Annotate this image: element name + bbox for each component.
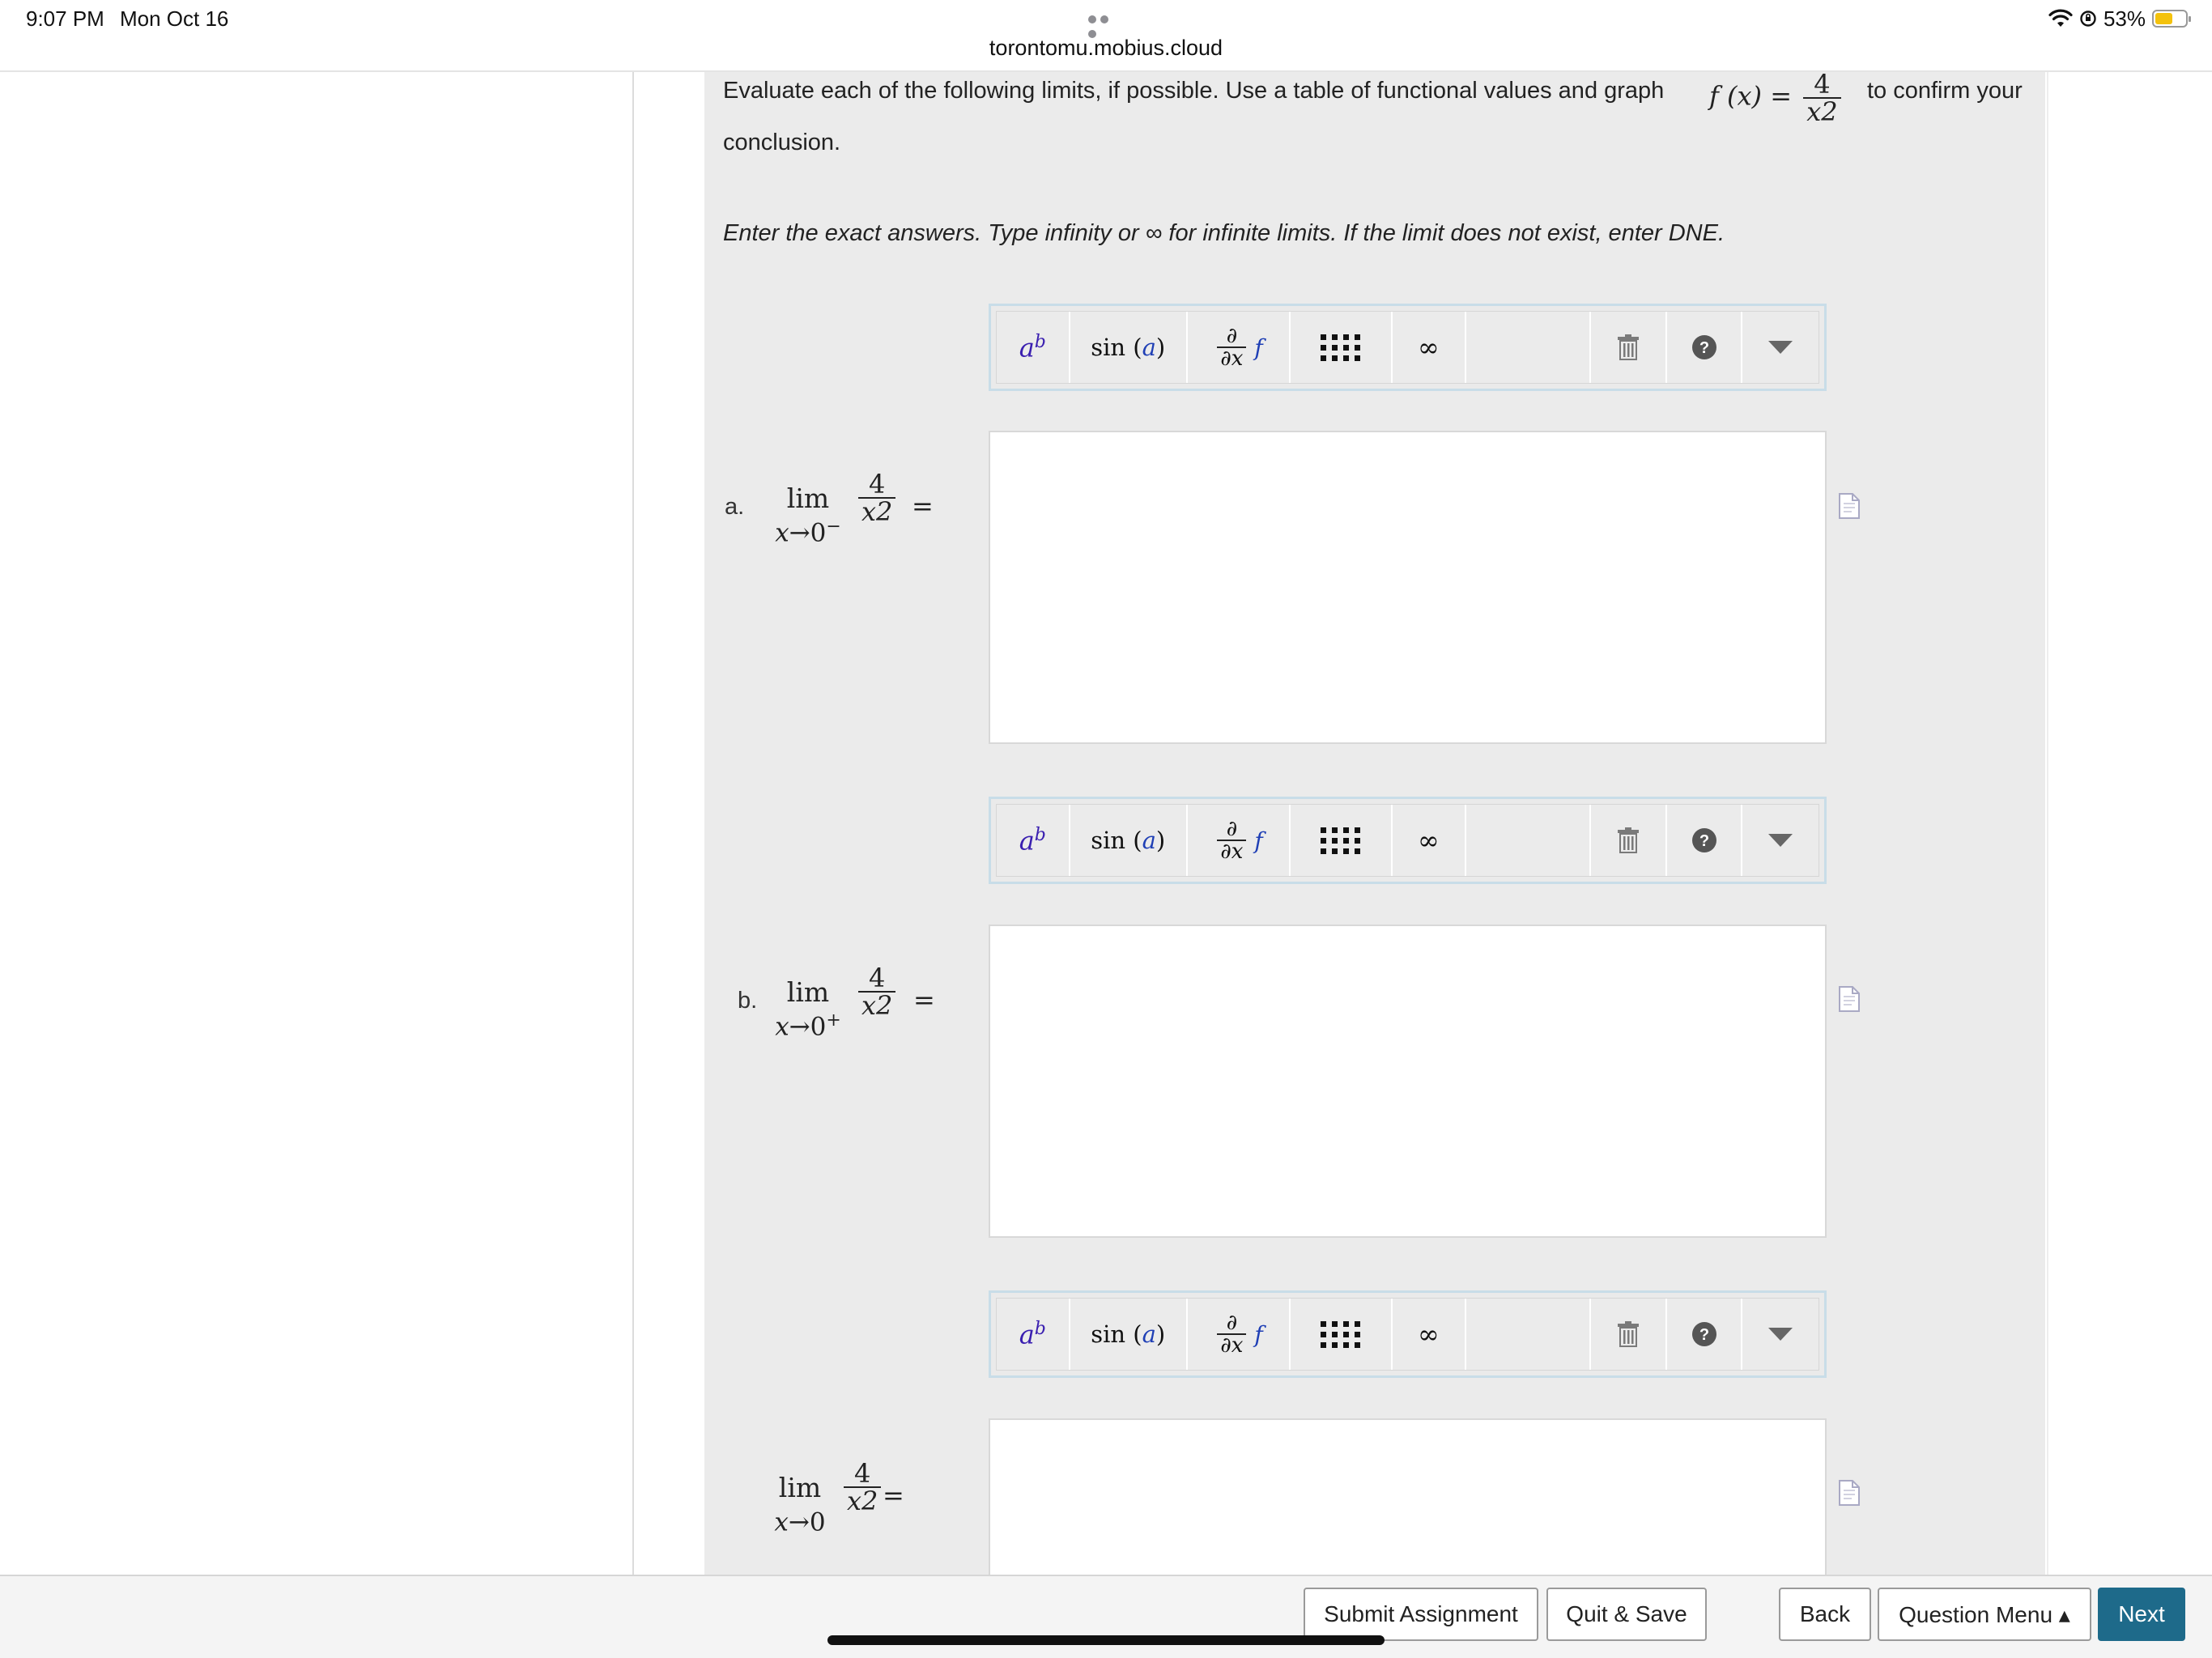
part-label-a: a.	[725, 494, 745, 520]
lim-operator: lim	[786, 976, 830, 1008]
help-button[interactable]: ?	[1667, 1299, 1743, 1370]
battery-percent: 53%	[2103, 6, 2146, 31]
infinity-button[interactable]: ∞	[1393, 805, 1467, 876]
power-button[interactable]: ab	[997, 805, 1070, 876]
status-time: 9:07 PM	[26, 6, 104, 31]
limit-numerator: 4	[854, 1458, 871, 1489]
caret-down-icon	[1768, 834, 1793, 847]
toolbar-dropdown-button[interactable]	[1742, 312, 1819, 383]
home-indicator[interactable]	[827, 1635, 1385, 1645]
help-icon: ?	[1691, 1322, 1716, 1346]
back-button[interactable]: Back	[1779, 1588, 1871, 1641]
clear-button[interactable]	[1591, 805, 1667, 876]
toolbar-spacer	[1466, 1299, 1592, 1370]
status-indicators: 53%	[2048, 5, 2191, 32]
next-button[interactable]: Next	[2098, 1588, 2185, 1641]
matrix-icon	[1320, 334, 1361, 361]
equals-sign: =	[912, 491, 934, 521]
limit-numerator: 4	[869, 469, 886, 500]
toolbar-spacer	[1466, 805, 1592, 876]
svg-text:?: ?	[1699, 1326, 1709, 1344]
equation-toolbar: ab sin (a) ∂ ∂x f ∞ ?	[989, 304, 1827, 391]
preview-document-icon[interactable]	[1838, 1479, 1861, 1507]
right-column-divider	[2047, 72, 2048, 1575]
svg-text:?: ?	[1699, 339, 1709, 357]
part-label-b: b.	[738, 988, 758, 1014]
infinity-button[interactable]: ∞	[1393, 312, 1467, 383]
power-button[interactable]: ab	[997, 312, 1070, 383]
caret-down-icon	[1768, 1328, 1793, 1341]
matrix-button[interactable]	[1291, 312, 1393, 383]
submit-assignment-button[interactable]: Submit Assignment	[1304, 1588, 1538, 1641]
function-button[interactable]: sin (a)	[1070, 805, 1188, 876]
caret-down-icon	[1768, 341, 1793, 354]
limit-approach: x→0+	[775, 1010, 841, 1042]
matrix-icon	[1320, 827, 1361, 854]
question-menu-button[interactable]: Question Menu ▴	[1878, 1588, 2091, 1641]
limit-numerator: 4	[869, 963, 886, 993]
function-fraction: 4 x2	[1803, 69, 1841, 125]
function-numerator: 4	[1814, 69, 1831, 100]
help-button[interactable]: ?	[1667, 312, 1743, 383]
toolbar-dropdown-button[interactable]	[1742, 805, 1819, 876]
preview-document-icon[interactable]	[1838, 492, 1861, 520]
toolbar-spacer	[1466, 312, 1592, 383]
toolbar-dropdown-button[interactable]	[1742, 1299, 1819, 1370]
answer-input-c[interactable]	[989, 1418, 1827, 1575]
answer-input-a[interactable]	[989, 431, 1827, 744]
answer-input-b[interactable]	[989, 925, 1827, 1238]
trash-icon	[1618, 334, 1640, 360]
status-date: Mon Oct 16	[120, 6, 229, 31]
lim-operator: lim	[786, 483, 830, 514]
lim-operator: lim	[778, 1472, 822, 1503]
limit-denominator: x2	[844, 1486, 882, 1514]
matrix-icon	[1320, 1320, 1361, 1348]
equation-toolbar: ab sin (a) ∂ ∂x f ∞ ?	[989, 1290, 1827, 1378]
quit-save-button[interactable]: Quit & Save	[1546, 1588, 1707, 1641]
prompt-end: to confirm your	[1867, 78, 2023, 104]
function-button[interactable]: sin (a)	[1070, 312, 1188, 383]
derivative-button[interactable]: ∂ ∂x f	[1188, 1299, 1291, 1370]
help-button[interactable]: ?	[1667, 805, 1743, 876]
function-definition: f (x) = 4 x2	[1709, 71, 1844, 125]
multitasking-dots-icon[interactable]	[1088, 13, 1124, 38]
limit-approach: x→0−	[775, 517, 841, 548]
function-denominator: x2	[1803, 97, 1841, 125]
battery-icon	[2152, 10, 2191, 28]
clear-button[interactable]	[1591, 1299, 1667, 1370]
derivative-button[interactable]: ∂ ∂x f	[1188, 805, 1291, 876]
prompt-wrap: conclusion.	[723, 130, 841, 155]
matrix-button[interactable]	[1291, 805, 1393, 876]
help-icon: ?	[1691, 335, 1716, 359]
derivative-button[interactable]: ∂ ∂x f	[1188, 312, 1291, 383]
infinity-button[interactable]: ∞	[1393, 1299, 1467, 1370]
equals-sign: =	[913, 984, 935, 1015]
equation-toolbar: ab sin (a) ∂ ∂x f ∞ ?	[989, 797, 1827, 884]
status-bar: 9:07 PM Mon Oct 16 torontomu.mobius.clou…	[0, 0, 2212, 72]
equals-sign: =	[883, 1480, 904, 1511]
function-lhs: f (x) =	[1709, 80, 1793, 112]
svg-text:?: ?	[1699, 832, 1709, 850]
trash-icon	[1618, 1321, 1640, 1347]
clear-button[interactable]	[1591, 312, 1667, 383]
function-button[interactable]: sin (a)	[1070, 1299, 1188, 1370]
limit-denominator: x2	[858, 991, 896, 1018]
limit-denominator: x2	[858, 497, 896, 525]
left-column-divider	[632, 72, 634, 1575]
power-button[interactable]: ab	[997, 1299, 1070, 1370]
prompt-start: Evaluate each of the following limits, i…	[723, 78, 1665, 104]
trash-icon	[1618, 827, 1640, 853]
preview-document-icon[interactable]	[1838, 985, 1861, 1013]
help-icon: ?	[1691, 828, 1716, 852]
answer-instructions: Enter the exact answers. Type infinity o…	[723, 220, 1725, 246]
wifi-icon	[2048, 9, 2073, 27]
limit-approach: x→0	[774, 1507, 826, 1537]
matrix-button[interactable]	[1291, 1299, 1393, 1370]
address-bar-url[interactable]: torontomu.mobius.cloud	[0, 36, 2212, 61]
orientation-lock-icon	[2080, 11, 2096, 27]
